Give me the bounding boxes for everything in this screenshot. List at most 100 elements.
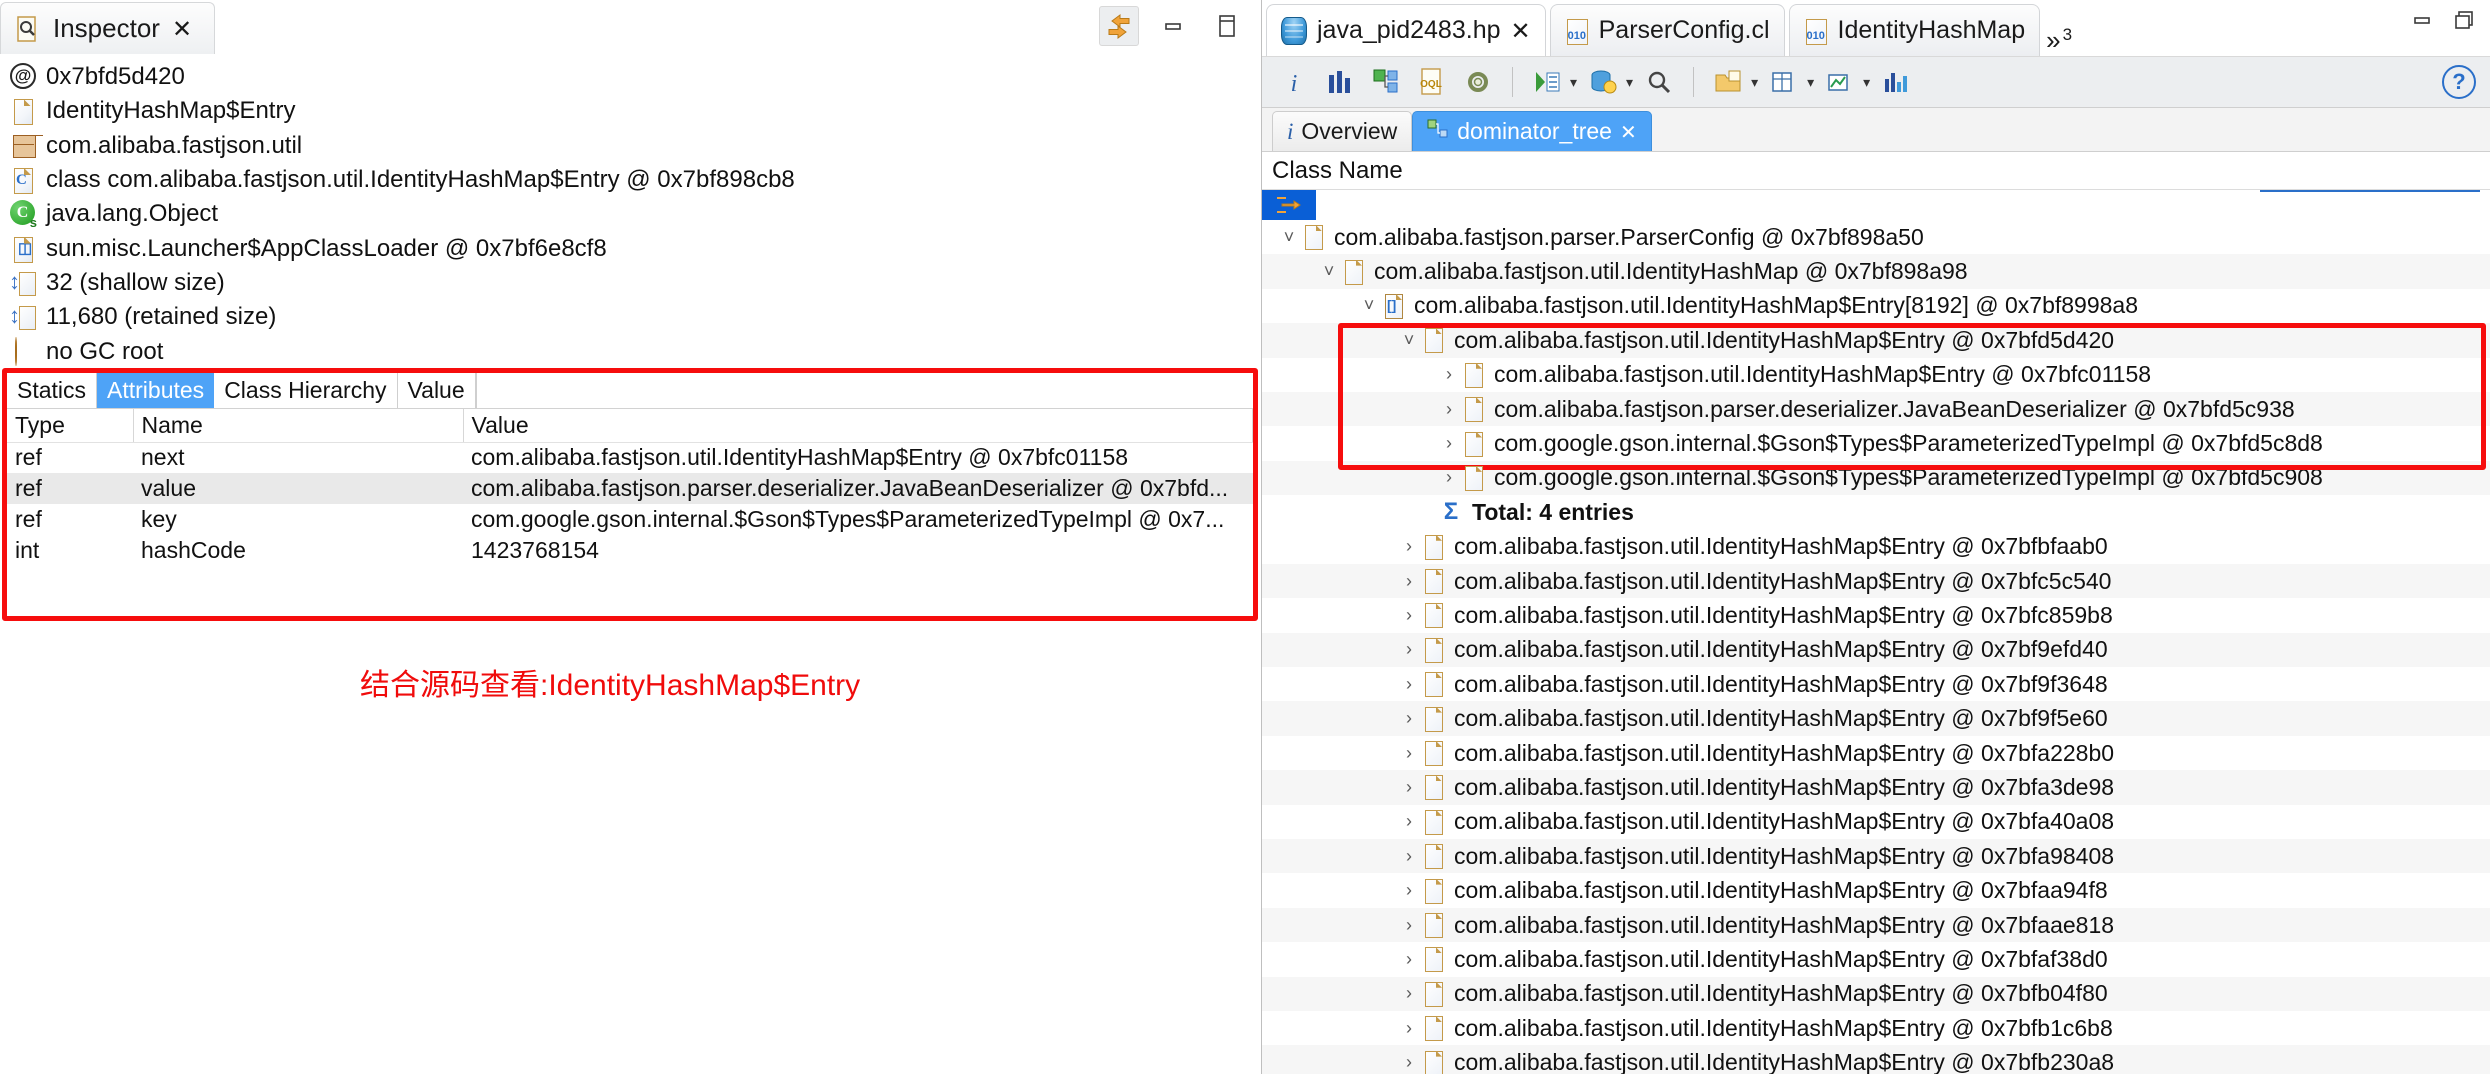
table-row[interactable]: int hashCode 1423768154 [7, 535, 1253, 566]
list-item[interactable]: com.alibaba.fastjson.util [10, 129, 1261, 163]
chevron-right-icon[interactable]: › [1396, 605, 1422, 626]
tree-row[interactable]: › com.alibaba.fastjson.util.IdentityHash… [1262, 529, 2490, 564]
chevron-down-icon[interactable]: ▾ [1863, 74, 1870, 91]
tree-row[interactable]: › com.alibaba.fastjson.util.IdentityHash… [1262, 907, 2490, 943]
tree-row[interactable]: › com.alibaba.fastjson.util.IdentityHash… [1262, 1045, 2490, 1074]
tree-row[interactable]: ˅ com.alibaba.fastjson.util.IdentityHash… [1262, 254, 2490, 289]
tree-row[interactable]: › com.alibaba.fastjson.util.IdentityHash… [1262, 667, 2490, 702]
chevron-right-icon[interactable]: › [1436, 399, 1462, 420]
chevron-right-icon[interactable]: › [1396, 880, 1422, 901]
tab-statics[interactable]: Statics [7, 373, 98, 408]
column-header-value[interactable]: Value [463, 409, 1253, 443]
chevron-right-icon[interactable]: › [1396, 708, 1422, 729]
chevron-down-icon[interactable]: ▾ [1807, 74, 1814, 91]
link-with-editor-icon[interactable] [1099, 6, 1139, 46]
tab-dominator-tree[interactable]: dominator_tree ✕ [1412, 111, 1652, 151]
editor-tab-heap-dump[interactable]: java_pid2483.hp ✕ [1266, 4, 1546, 56]
histogram-icon[interactable] [1320, 62, 1360, 102]
dominator-tree-icon[interactable] [1366, 62, 1406, 102]
chevron-right-icon[interactable]: › [1396, 1052, 1422, 1073]
table-row[interactable]: ref key com.google.gson.internal.$Gson$T… [7, 504, 1253, 535]
chevron-right-icon[interactable]: › [1396, 743, 1422, 764]
minimize-view-icon[interactable] [1153, 6, 1193, 46]
chevron-down-icon[interactable]: ˅ [1276, 227, 1302, 248]
chevron-right-icon[interactable]: › [1396, 639, 1422, 660]
tree-row[interactable]: › com.alibaba.fastjson.util.IdentityHash… [1262, 942, 2490, 977]
chevron-right-icon[interactable]: › [1436, 467, 1462, 488]
tree-row[interactable]: › com.alibaba.fastjson.parser.deserializ… [1262, 391, 2490, 427]
query-browser-icon[interactable] [1583, 62, 1623, 102]
column-header-type[interactable]: Type [7, 409, 134, 443]
search-icon[interactable] [1639, 62, 1679, 102]
chevron-down-icon[interactable]: ˅ [1356, 295, 1382, 316]
close-icon[interactable]: ✕ [172, 15, 192, 43]
chevron-right-icon[interactable]: › [1396, 846, 1422, 867]
table-row[interactable]: ref value com.alibaba.fastjson.parser.de… [7, 473, 1253, 504]
oql-icon[interactable]: OQL [1412, 62, 1452, 102]
tree-row[interactable]: › com.alibaba.fastjson.util.IdentityHash… [1262, 839, 2490, 874]
filter-input[interactable] [1316, 189, 2490, 220]
chevron-right-icon[interactable]: › [1396, 1018, 1422, 1039]
chevron-right-icon[interactable]: › [1396, 674, 1422, 695]
run-expert-system-icon[interactable] [1527, 62, 1567, 102]
export-chart-icon[interactable] [1820, 62, 1860, 102]
chevron-right-icon[interactable]: › [1436, 364, 1462, 385]
info-icon[interactable]: i [1274, 62, 1314, 102]
chevron-right-icon[interactable]: › [1436, 433, 1462, 454]
list-item[interactable]: no GC root [10, 334, 1261, 368]
tab-attributes[interactable]: Attributes [97, 373, 215, 408]
chevron-down-icon[interactable]: ▾ [1570, 74, 1577, 91]
list-item[interactable]: Cs java.lang.Object [10, 197, 1261, 231]
chevron-down-icon[interactable]: ˅ [1396, 330, 1422, 351]
tree-row[interactable]: › com.alibaba.fastjson.util.IdentityHash… [1262, 563, 2490, 599]
compare-icon[interactable] [1876, 62, 1916, 102]
editor-tab-identityhashmap[interactable]: 010 IdentityHashMap [1788, 4, 2041, 56]
help-icon[interactable]: ? [2442, 65, 2476, 99]
tree-row[interactable]: › com.alibaba.fastjson.util.IdentityHash… [1262, 1010, 2490, 1046]
inspector-view-tab[interactable]: Inspector ✕ [0, 2, 216, 54]
minimize-editor-icon[interactable] [2410, 8, 2434, 37]
tree-row[interactable]: › com.alibaba.fastjson.util.IdentityHash… [1262, 770, 2490, 805]
tree-row[interactable]: › com.google.gson.internal.$Gson$Types$P… [1262, 460, 2490, 496]
chevron-right-icon[interactable]: › [1396, 949, 1422, 970]
editor-tab-parserconfig[interactable]: 010 ParserConfig.cl [1549, 4, 1785, 56]
tree-row[interactable]: › com.alibaba.fastjson.util.IdentityHash… [1262, 735, 2490, 771]
tab-class-hierarchy[interactable]: Class Hierarchy [214, 373, 398, 408]
close-icon[interactable]: ✕ [1620, 120, 1637, 144]
chevron-right-icon[interactable]: › [1396, 811, 1422, 832]
tree-row[interactable]: › com.alibaba.fastjson.util.IdentityHash… [1262, 598, 2490, 633]
chevron-right-icon[interactable]: › [1396, 915, 1422, 936]
column-header-name[interactable]: Name [133, 409, 464, 443]
tree-row[interactable]: › com.alibaba.fastjson.util.IdentityHash… [1262, 357, 2490, 392]
chevron-right-icon[interactable]: › [1396, 536, 1422, 557]
settings-gear-icon[interactable] [1458, 62, 1498, 102]
chevron-right-icon[interactable]: › [1396, 571, 1422, 592]
chevron-right-icon[interactable]: › [1396, 983, 1422, 1004]
filter-selected-cell[interactable] [1262, 189, 1316, 220]
export-table-icon[interactable] [1764, 62, 1804, 102]
more-tabs-button[interactable]: » 3 [2046, 19, 2072, 56]
tree-row[interactable]: › com.alibaba.fastjson.util.IdentityHash… [1262, 873, 2490, 908]
tree-row[interactable]: ˅ com.alibaba.fastjson.util.IdentityHash… [1262, 323, 2490, 358]
table-row[interactable]: ref next com.alibaba.fastjson.util.Ident… [7, 442, 1253, 473]
tree-row[interactable]: › com.alibaba.fastjson.util.IdentityHash… [1262, 632, 2490, 668]
list-item[interactable]: IdentityHashMap$Entry [10, 94, 1261, 128]
tab-value[interactable]: Value [398, 373, 476, 408]
chevron-down-icon[interactable]: ▾ [1751, 74, 1758, 91]
tree-row[interactable]: › com.google.gson.internal.$Gson$Types$P… [1262, 426, 2490, 461]
tree-row[interactable]: › com.alibaba.fastjson.util.IdentityHash… [1262, 976, 2490, 1011]
tree-row[interactable]: › com.alibaba.fastjson.util.IdentityHash… [1262, 701, 2490, 736]
tree-row[interactable]: ˅ com.alibaba.fastjson.parser.ParserConf… [1262, 220, 2490, 255]
list-item[interactable]: 32 (shallow size) [9, 266, 1261, 300]
open-folder-icon[interactable] [1708, 62, 1748, 102]
column-header-class-name[interactable]: Class Name [1262, 152, 2490, 190]
list-item[interactable]: @ 0x7bfd5d420 [10, 60, 1261, 94]
chevron-down-icon[interactable]: ▾ [1626, 74, 1633, 91]
restore-editor-icon[interactable] [2452, 8, 2478, 37]
tree-row[interactable]: ˅ [] com.alibaba.fastjson.util.IdentityH… [1262, 288, 2490, 324]
list-item[interactable]: C class com.alibaba.fastjson.util.Identi… [10, 163, 1261, 197]
chevron-down-icon[interactable]: ˅ [1316, 261, 1342, 282]
close-icon[interactable]: ✕ [1511, 17, 1531, 45]
maximize-view-icon[interactable] [1207, 6, 1247, 46]
chevron-right-icon[interactable]: › [1396, 777, 1422, 798]
